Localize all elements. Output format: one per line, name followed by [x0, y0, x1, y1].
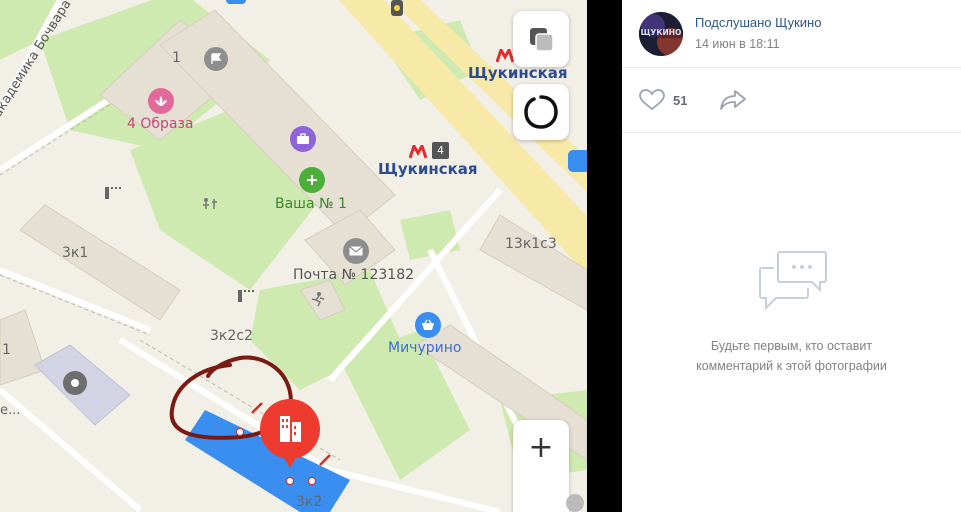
playground-icon — [200, 196, 220, 212]
top-blue-icon[interactable] — [226, 0, 246, 4]
map-scrollbar[interactable] — [566, 494, 584, 512]
basket-icon[interactable] — [415, 312, 441, 338]
route-button[interactable] — [513, 84, 569, 140]
like-button[interactable]: 51 — [639, 89, 687, 111]
zoom-in-button[interactable]: + — [513, 420, 569, 512]
pochta-label: Почта № 123182 — [293, 267, 415, 283]
zoom-in-icon: + — [528, 430, 554, 465]
map-view[interactable]: академика Бочвара 1 1 4 Образа Щукинская… — [0, 0, 587, 512]
building-13k1s3-label: 13к1с3 — [505, 236, 557, 252]
post-actions: 51 — [622, 68, 961, 133]
avatar[interactable]: ЩУКИНО — [639, 12, 683, 56]
transit-icon[interactable] — [568, 150, 587, 172]
like-count: 51 — [673, 92, 688, 108]
traffic-light-icon[interactable] — [391, 0, 403, 16]
flag-icon[interactable] — [204, 47, 228, 71]
building-1-label: 1 — [172, 50, 181, 66]
lotus-icon[interactable] — [148, 88, 174, 114]
location-marker[interactable] — [259, 398, 321, 470]
metro-top-icon[interactable] — [495, 46, 515, 67]
vasha-label: Ваша № 1 — [275, 196, 347, 212]
building-1-left-label: 1 — [2, 342, 11, 358]
barrier-icon-2 — [236, 287, 258, 302]
pharmacy-icon[interactable] — [299, 167, 325, 193]
post-panel: ЩУКИНО Подслушано Щукино 14 июн в 18:11 … — [622, 0, 961, 512]
metro-main-label: Щукинская — [378, 160, 478, 178]
share-icon — [720, 90, 746, 110]
metro-line-badge: 4 — [432, 142, 449, 159]
empty-comments-text: Будьте первым, кто оставит комментарий к… — [622, 336, 961, 376]
briefcase-icon[interactable] — [290, 126, 316, 152]
share-button[interactable] — [719, 89, 747, 115]
metro-line-number: 4 — [437, 144, 444, 157]
metro-main-icon[interactable] — [408, 142, 428, 163]
post-date[interactable]: 14 июн в 18:11 — [695, 37, 780, 51]
empty-comments-line1: Будьте первым, кто оставит — [710, 339, 873, 353]
barrier-icon-1 — [103, 184, 125, 199]
post-header: ЩУКИНО Подслушано Щукино 14 июн в 18:11 — [622, 0, 961, 68]
heart-icon — [639, 89, 665, 111]
michurino-label: Мичурино — [388, 340, 462, 356]
avatar-text: ЩУКИНО — [640, 28, 682, 37]
layers-button[interactable] — [513, 11, 569, 67]
sport-icon — [309, 291, 327, 307]
mail-icon[interactable] — [343, 238, 369, 264]
building-3k1-label: 3к1 — [62, 245, 89, 261]
circle-icon — [524, 95, 558, 129]
dots-label: е... — [0, 403, 21, 418]
building-3k2s2-label: 3к2с2 — [210, 328, 253, 344]
comments-icon — [758, 250, 828, 318]
author-link[interactable]: Подслушано Щукино — [695, 15, 821, 30]
viewer-gap — [587, 0, 622, 512]
layers-icon — [530, 28, 554, 52]
empty-comments-line2: комментарий к этой фотографии — [696, 359, 887, 373]
building-3k2-label: 3к2 — [296, 494, 323, 510]
obraza-label: 4 Образа — [127, 116, 194, 132]
